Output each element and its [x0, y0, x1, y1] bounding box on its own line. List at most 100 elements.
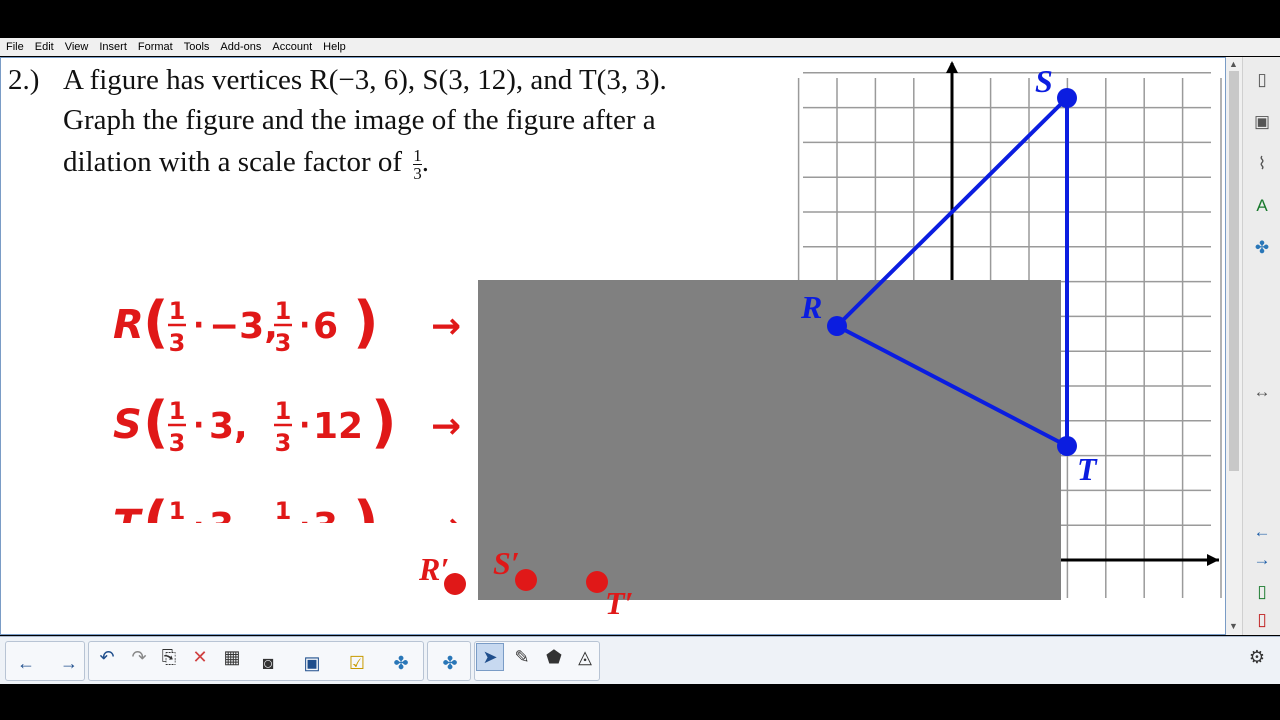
- x-coordinate: −3,: [209, 306, 278, 347]
- shapes-icon[interactable]: ⬟: [540, 643, 568, 671]
- y-coordinate: 12: [313, 406, 363, 447]
- scale-fraction-den: 3: [413, 163, 422, 183]
- label-s-prime: S′: [493, 545, 520, 581]
- fraction-numerator: 1: [169, 297, 186, 325]
- menu-view[interactable]: View: [65, 41, 89, 53]
- attachments-icon[interactable]: ⌇: [1249, 151, 1275, 177]
- properties-icon[interactable]: A: [1249, 193, 1275, 219]
- label-t: T: [1077, 451, 1098, 487]
- forward-icon[interactable]: →: [55, 649, 83, 677]
- screen-capture-icon[interactable]: ◙: [254, 649, 282, 677]
- redo-icon[interactable]: ↷: [125, 643, 153, 671]
- image-points[interactable]: R′ S′ T′: [401, 538, 661, 628]
- paren-open: (: [143, 390, 169, 455]
- gallery-icon[interactable]: ▣: [1249, 109, 1275, 135]
- question-period: .: [421, 146, 430, 178]
- fraction-numerator: 1: [169, 397, 186, 425]
- menu-format[interactable]: Format: [138, 41, 173, 53]
- question-number: 2.): [8, 64, 40, 96]
- dot-operator: ·: [193, 508, 204, 523]
- bottom-toolbar: ← → ↶ ↷ ⎘ ✕ ▦ ◙ ▣ ☑ ✤ ✤ ➤ ✎ ⬟ ◬ ⚙: [0, 636, 1280, 684]
- scale-fraction-num: 1: [413, 145, 422, 165]
- resize-icon[interactable]: ↔: [1249, 379, 1275, 405]
- point-letter: R: [113, 302, 144, 348]
- y-coordinate: 6: [313, 306, 338, 347]
- fraction-numerator: 1: [275, 397, 292, 425]
- previous-page-icon[interactable]: ←: [1249, 519, 1275, 545]
- paren-close: ): [353, 490, 379, 523]
- addons-icon[interactable]: ✤: [1249, 235, 1275, 261]
- delete-icon[interactable]: ✕: [186, 643, 214, 671]
- fraction-denominator: 3: [169, 329, 186, 357]
- scale-fraction: 1 3: [413, 147, 422, 182]
- menu-tools[interactable]: Tools: [184, 41, 210, 53]
- widgets-icon[interactable]: ✤: [436, 649, 464, 677]
- paren-open: (: [143, 490, 169, 523]
- arrow-icon: →: [431, 506, 461, 523]
- vertical-scrollbar[interactable]: ▲ ▼: [1226, 57, 1242, 635]
- response-icon[interactable]: ☑: [343, 649, 371, 677]
- addons-icon[interactable]: ✤: [387, 649, 415, 677]
- back-icon[interactable]: ←: [12, 649, 40, 677]
- triangle-rst: R S T: [800, 63, 1098, 487]
- page-sorter-icon[interactable]: ▯: [1249, 67, 1275, 93]
- label-r-prime: R′: [418, 551, 449, 587]
- dot-operator: ·: [299, 308, 310, 343]
- side-tabs: ▯ ▣ ⌇ A ✤ ↔ ← → ▯ ▯: [1242, 57, 1280, 635]
- question-line-3-text: dilation with a scale factor of: [63, 146, 403, 178]
- point-letter: S: [113, 402, 142, 448]
- fraction-denominator: 3: [275, 429, 292, 457]
- menu-addons[interactable]: Add-ons: [220, 41, 261, 53]
- fraction-numerator: 1: [275, 297, 292, 325]
- next-page-icon[interactable]: →: [1249, 547, 1275, 573]
- vertex-r: [827, 316, 847, 336]
- pen-icon[interactable]: ✎: [508, 643, 536, 671]
- document-camera-icon[interactable]: ▣: [298, 649, 326, 677]
- settings-icon[interactable]: ⚙: [1243, 643, 1271, 671]
- menu-help[interactable]: Help: [323, 41, 346, 53]
- clear-page-icon[interactable]: ⎘: [155, 643, 183, 671]
- arrow-icon: →: [431, 406, 461, 447]
- paren-open: (: [143, 290, 169, 355]
- question-line-2: Graph the figure and the image of the fi…: [63, 104, 656, 136]
- dot-operator: ·: [299, 408, 310, 443]
- fill-icon[interactable]: ◬: [571, 643, 599, 671]
- fraction-numerator: 1: [275, 497, 292, 523]
- menu-file[interactable]: File: [6, 41, 24, 53]
- menu-edit[interactable]: Edit: [35, 41, 54, 53]
- add-page-icon[interactable]: ▯: [1249, 579, 1275, 605]
- fraction-numerator: 1: [169, 497, 186, 523]
- label-s: S: [1035, 63, 1053, 99]
- scroll-up-icon[interactable]: ▲: [1229, 59, 1238, 69]
- fraction-denominator: 3: [275, 329, 292, 357]
- label-r: R: [800, 289, 822, 325]
- dilation-work: R(13·−3,13·6)→S(13·3,13·12)→T(13·3,13·3)…: [113, 290, 461, 523]
- vertex-t: [1057, 436, 1077, 456]
- menu-bar: File Edit View Insert Format Tools Add-o…: [0, 38, 1280, 56]
- paren-close: ): [371, 390, 397, 455]
- scroll-down-icon[interactable]: ▼: [1229, 621, 1238, 631]
- point-letter: T: [113, 502, 143, 523]
- whiteboard-canvas[interactable]: 2.) A figure has vertices R(−3, 6), S(3,…: [0, 57, 1226, 635]
- arrow-icon: →: [431, 306, 461, 347]
- question-line-3: dilation with a scale factor of 1 3 .: [63, 142, 429, 182]
- x-coordinate: 3,: [209, 406, 248, 447]
- paren-close: ): [353, 290, 379, 355]
- undo-icon[interactable]: ↶: [93, 643, 121, 671]
- select-icon[interactable]: ➤: [476, 643, 504, 671]
- menu-insert[interactable]: Insert: [99, 41, 127, 53]
- table-icon[interactable]: ▦: [218, 643, 246, 671]
- vertex-s: [1057, 88, 1077, 108]
- menu-account[interactable]: Account: [272, 41, 312, 53]
- delete-page-icon[interactable]: ▯: [1249, 607, 1275, 633]
- label-t-prime: T′: [605, 585, 634, 621]
- dot-operator: ·: [193, 408, 204, 443]
- fraction-denominator: 3: [169, 429, 186, 457]
- x-coordinate: 3,: [209, 506, 248, 523]
- question-line-1: A figure has vertices R(−3, 6), S(3, 12)…: [63, 64, 667, 96]
- scroll-thumb[interactable]: [1229, 71, 1239, 471]
- triangle-outline: [833, 93, 1069, 450]
- y-coordinate: 3: [313, 506, 338, 523]
- dot-operator: ·: [299, 508, 310, 523]
- dot-operator: ·: [193, 308, 204, 343]
